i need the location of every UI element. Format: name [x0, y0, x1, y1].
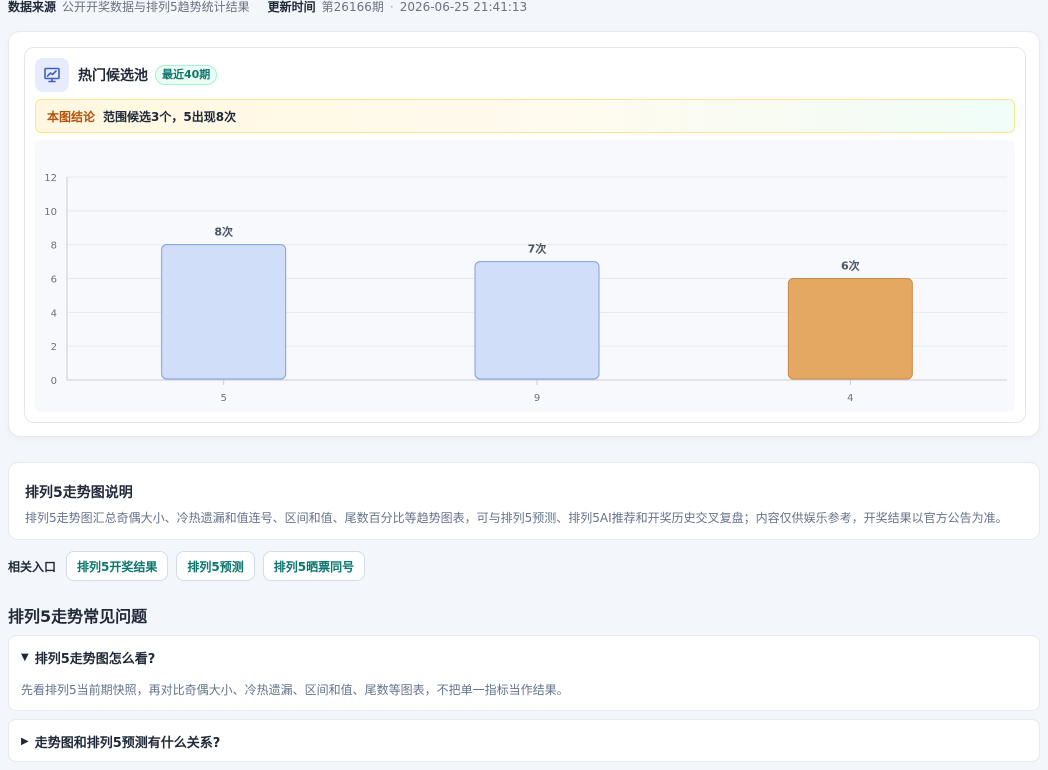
conclusion-banner: 本图结论 范围候选3个，5出现8次: [35, 99, 1015, 133]
faq-question: 排列5走势图怎么看?: [34, 652, 156, 667]
y-tick-label: 4: [51, 308, 57, 319]
faq-question: 走势图和排列5预测有什么关系?: [34, 736, 221, 751]
faq-answer: 先看排列5当前期快照，再对比奇偶大小、冷热遗漏、区间和值、尾数等图表，不把单一指…: [21, 683, 569, 697]
faq-heading: 排列5走势常见问题: [8, 607, 148, 626]
data-label: 8次: [214, 225, 233, 239]
y-tick-label: 0: [51, 376, 57, 387]
faq-question-toggle[interactable]: ▶ 走势图和排列5预测有什么关系?: [21, 732, 220, 751]
x-tick-label: 9: [534, 393, 540, 404]
collapse-triangle-icon: ▶: [21, 736, 29, 747]
y-tick-label: 2: [51, 342, 57, 353]
chart-presentation-icon: [35, 58, 69, 92]
faq-question-toggle[interactable]: ▼ 排列5走势图怎么看?: [21, 648, 155, 667]
y-tick-label: 10: [44, 207, 57, 218]
hot-pool-panel: 热门候选池 最近40期 本图结论 范围候选3个，5出现8次 0 2 4 6 8 10 12 8…: [24, 47, 1026, 423]
y-tick-label: 8: [51, 241, 57, 252]
data-label: 7次: [528, 242, 547, 256]
description-title: 排列5走势图说明: [25, 485, 133, 501]
issue-number: 第26166期: [321, 0, 384, 14]
bar-5: [161, 244, 287, 380]
bar-4: [787, 278, 913, 380]
panel-title: 热门候选池: [78, 68, 148, 84]
bar-chart-svg: 0 2 4 6 8 10 12 8次 5 7次 9 6次 4: [44, 173, 1007, 404]
link-shared-tickets[interactable]: 排列5晒票同号: [262, 551, 366, 581]
conclusion-text: 范围候选3个，5出现8次: [103, 109, 237, 124]
period-badge: 最近40期: [155, 65, 218, 85]
update-label: 更新时间: [267, 0, 316, 14]
description-card: 排列5走势图说明 排列5走势图汇总奇偶大小、冷热遗漏和值连号、区间和值、尾数百分…: [8, 462, 1040, 540]
data-source-bar: 数据来源 公开开奖数据与排列5趋势统计结果 更新时间 第26166期 · 202…: [8, 0, 527, 14]
link-prediction[interactable]: 排列5预测: [176, 551, 255, 581]
panel-header: 热门候选池 最近40期: [35, 58, 218, 92]
faq-item-expanded: ▼ 排列5走势图怎么看? 先看排列5当前期快照，再对比奇偶大小、冷热遗漏、区间和…: [8, 635, 1040, 711]
data-label: 6次: [841, 259, 860, 273]
x-tick-label: 4: [847, 393, 853, 404]
conclusion-label: 本图结论: [47, 109, 96, 124]
link-draw-results[interactable]: 排列5开奖结果: [66, 551, 169, 581]
update-timestamp: 2026-06-25 21:41:13: [399, 0, 528, 14]
bar-9: [474, 261, 600, 380]
bar-chart: 0 2 4 6 8 10 12 8次 5 7次 9 6次 4: [35, 140, 1015, 412]
source-label: 数据来源: [8, 0, 57, 14]
chart-card: 热门候选池 最近40期 本图结论 范围候选3个，5出现8次 0 2 4 6 8 10 12 8…: [8, 31, 1040, 437]
y-tick-label: 6: [51, 275, 57, 286]
related-label: 相关入口: [8, 559, 57, 574]
x-tick-label: 5: [220, 393, 226, 404]
y-tick-label: 12: [44, 173, 57, 184]
separator-dot: ·: [389, 0, 394, 14]
faq-item-collapsed: ▶ 走势图和排列5预测有什么关系?: [8, 719, 1040, 762]
related-links: 相关入口 排列5开奖结果 排列5预测 排列5晒票同号: [8, 551, 373, 581]
expand-triangle-icon: ▼: [21, 652, 29, 663]
source-value: 公开开奖数据与排列5趋势统计结果: [62, 0, 250, 14]
description-text: 排列5走势图汇总奇偶大小、冷热遗漏和值连号、区间和值、尾数百分比等趋势图表，可与…: [25, 511, 1008, 525]
